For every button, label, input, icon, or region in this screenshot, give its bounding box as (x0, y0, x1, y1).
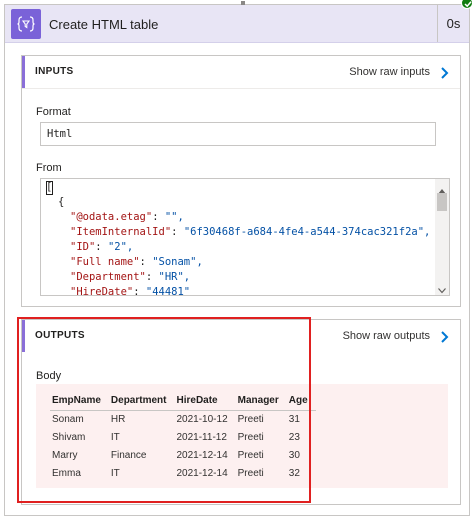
json-value: "", (164, 211, 184, 223)
show-raw-inputs-link[interactable]: Show raw inputs (349, 66, 430, 78)
json-value: "2", (107, 241, 134, 253)
table-cell: Sonam (52, 413, 84, 425)
table-cell: HR (110, 413, 126, 425)
scrollbar-thumb[interactable] (437, 193, 447, 211)
code-line: "Full name": "Sonam", (70, 256, 203, 268)
code-line: { (58, 196, 65, 208)
code-line: "@odata.etag": "", (70, 211, 184, 223)
table-cell: Preeti (237, 413, 264, 425)
success-check-icon (461, 0, 473, 9)
chevron-right-icon[interactable] (440, 330, 450, 348)
data-operation-icon (11, 9, 41, 39)
body-output: EmpName Department HireDate Manager Age Sona… (36, 384, 448, 488)
format-field[interactable]: Html (40, 122, 436, 146)
json-key: "Department" (70, 271, 146, 283)
vertical-scrollbar[interactable] (435, 179, 449, 295)
table-cell: 2021-11-12 (176, 431, 227, 443)
from-code-viewer[interactable]: [ { "@odata.etag": "", "ItemInternalId": "6… (40, 178, 450, 296)
table-row: Marry Finance 2021-12-14 Preeti 30 (50, 446, 316, 464)
table-cell: Preeti (237, 431, 264, 443)
column-header: Department (108, 392, 175, 411)
table-cell: IT (110, 467, 120, 479)
column-header: EmpName (50, 392, 109, 411)
code-line: "HireDate": "44481" (70, 286, 191, 296)
table-cell: Preeti (237, 449, 264, 461)
code-line: "Department": "HR", (70, 271, 191, 283)
table-cell: Shivam (52, 431, 86, 443)
html-output-table: EmpName Department HireDate Manager Age Sona… (50, 392, 316, 482)
inputs-panel: INPUTS Show raw inputs Format Html From … (21, 55, 461, 307)
table-cell: 2021-10-12 (176, 413, 228, 425)
table-body: Sonam HR 2021-10-12 Preeti 31 Shivam IT 2021-11… (50, 410, 316, 482)
json-value: "HR", (158, 271, 191, 283)
action-header[interactable]: Create HTML table 0s (5, 5, 469, 43)
from-label: From (36, 162, 62, 174)
show-raw-outputs-link[interactable]: Show raw outputs (343, 330, 430, 342)
column-header: Manager (235, 392, 287, 411)
body-label: Body (36, 370, 62, 382)
table-cell: Finance (110, 449, 147, 461)
chevron-down-icon[interactable] (438, 281, 446, 295)
table-row: Emma IT 2021-12-14 Preeti 32 (50, 464, 316, 482)
inputs-header: INPUTS Show raw inputs (22, 56, 460, 88)
code-line: [ (46, 181, 53, 193)
code-line: "ID": "2", (70, 241, 134, 253)
table-cell: 2021-12-14 (176, 449, 228, 461)
json-key: "ID" (70, 241, 96, 253)
column-header: Age (286, 392, 316, 411)
table-cell: 32 (288, 467, 300, 479)
json-value: "44481" (145, 286, 191, 296)
table-cell: 30 (288, 449, 300, 461)
action-card: Create HTML table 0s INPUTS Show raw inp… (4, 1, 470, 516)
outputs-title: OUTPUTS (35, 330, 85, 341)
column-header: HireDate (174, 392, 236, 411)
table-cell: Emma (52, 467, 81, 479)
json-key: "ItemInternalId" (70, 226, 172, 238)
inputs-title: INPUTS (35, 66, 74, 77)
duration-badge: 0s (437, 5, 469, 42)
table-cell: 31 (288, 413, 300, 425)
table-cell: 23 (288, 431, 300, 443)
table-cell: IT (110, 431, 120, 443)
format-label: Format (36, 106, 71, 118)
code-line: "ItemInternalId": "6f30468f-a684-4fe4-a5… (70, 226, 431, 238)
table-cell: Preeti (237, 467, 264, 479)
json-key: "@odata.etag" (70, 211, 153, 223)
format-value: Html (47, 128, 73, 140)
table-row: Sonam HR 2021-10-12 Preeti 31 (50, 410, 316, 428)
chevron-right-icon[interactable] (440, 66, 450, 84)
divider (22, 88, 460, 89)
outputs-panel: OUTPUTS Show raw outputs Body EmpName Dep… (21, 319, 461, 505)
outputs-header: OUTPUTS Show raw outputs (22, 320, 460, 352)
json-value: "Sonam", (152, 256, 203, 268)
table-row: Shivam IT 2021-11-12 Preeti 23 (50, 428, 316, 446)
json-key: "HireDate" (70, 286, 134, 296)
table-cell: Marry (52, 449, 78, 461)
json-value: "6f30468f-a684-4fe4-a544-374cac321f2a", (183, 226, 431, 238)
table-header-row: EmpName Department HireDate Manager Age (50, 392, 316, 411)
table-cell: 2021-12-14 (176, 467, 228, 479)
json-key: "Full name" (70, 256, 140, 268)
action-title: Create HTML table (49, 17, 159, 32)
